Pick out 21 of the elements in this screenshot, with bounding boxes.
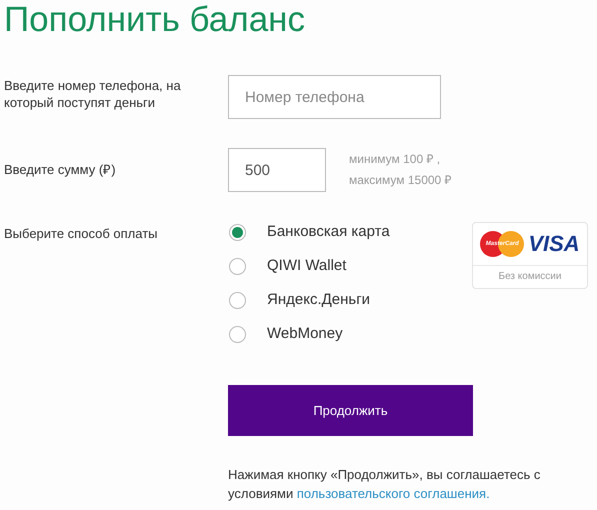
payment-label: Выберите способ оплаты xyxy=(4,225,158,243)
amount-field[interactable]: 500 xyxy=(228,148,326,192)
no-fee-note: Без комиссии xyxy=(498,270,562,284)
continue-button[interactable]: Продолжить xyxy=(228,385,473,436)
payment-option[interactable]: QIWI Wallet xyxy=(228,256,472,276)
phone-label: Введите номер телефона, на который поступят деньги xyxy=(4,77,182,111)
page-title: Пополнить баланс xyxy=(4,0,305,40)
payment-option[interactable]: Яндекс.Деньги xyxy=(228,290,472,310)
visa-logo: VISA xyxy=(528,233,580,255)
payment-option[interactable]: WebMoney xyxy=(228,324,472,344)
radio-button[interactable] xyxy=(229,258,246,274)
payment-option[interactable]: Банковская карта xyxy=(228,222,472,242)
radio-button[interactable] xyxy=(229,224,246,240)
amount-min-hint: минимум 100 ₽ , xyxy=(349,151,442,168)
amount-max-hint: максимум 15000 ₽ xyxy=(349,172,452,189)
radio-button[interactable] xyxy=(229,292,246,308)
amount-label: Введите сумму (₽) xyxy=(4,161,117,180)
radio-button[interactable] xyxy=(229,326,246,342)
agreement-link[interactable]: пользовательского соглашения. xyxy=(296,486,490,501)
phone-field[interactable]: Номер телефона xyxy=(228,75,441,119)
agreement-text: Нажимая кнопку «Продолжить», вы соглашаетесь с условиями пользовательского соглашения. xyxy=(228,466,542,503)
